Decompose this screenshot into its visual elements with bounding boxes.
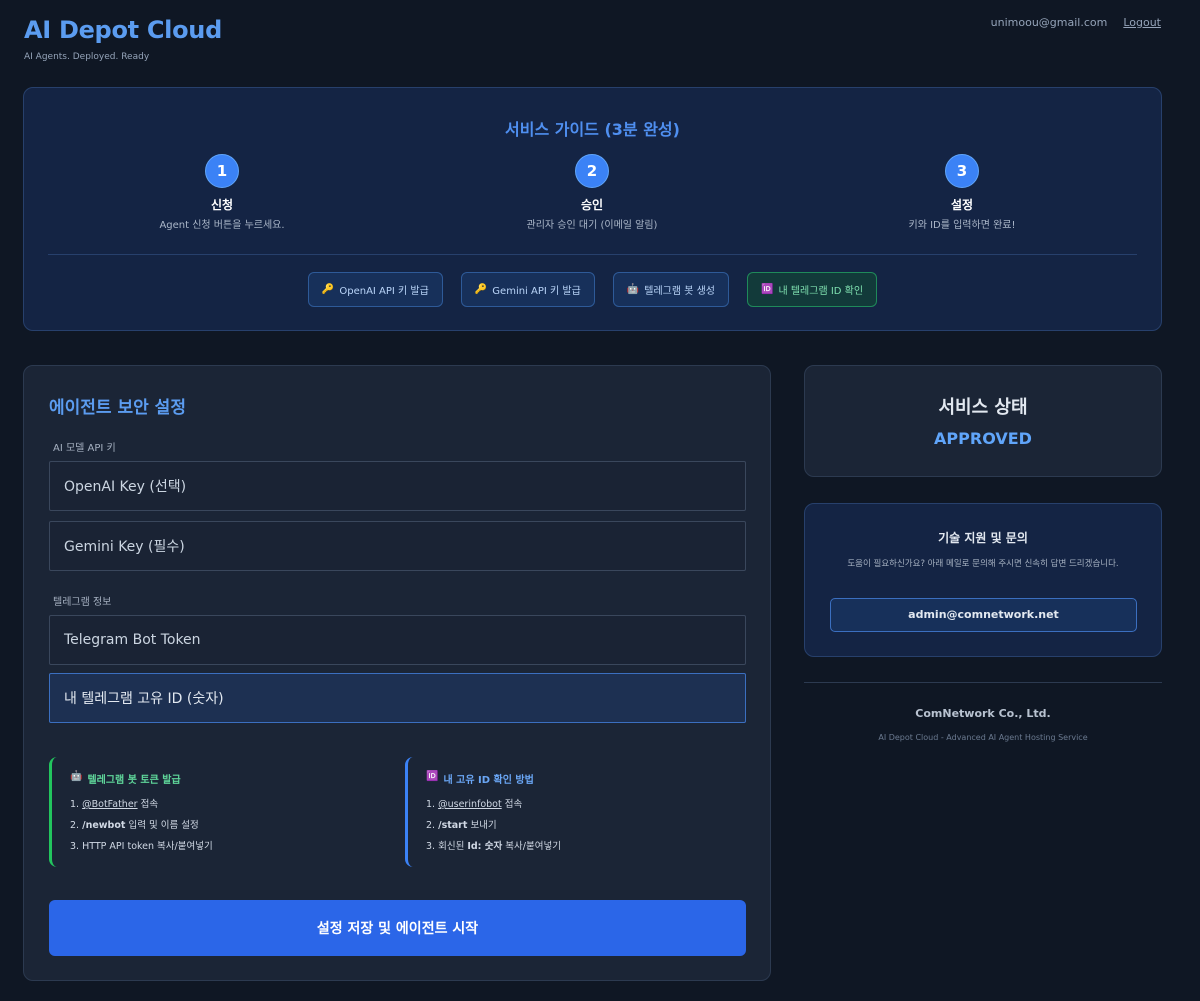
create-telegram-bot-button[interactable]: 🤖 텔레그램 봇 생성 [612, 272, 730, 307]
gemini-key-input[interactable]: Gemini Key (필수) [49, 521, 746, 571]
telegram-id-help-box: 🆔 내 고유 ID 확인 방법 1. @userinfobot 접속 2. /s… [405, 757, 735, 867]
gemini-key-button[interactable]: 🔑 Gemini API 키 발급 [460, 272, 595, 307]
support-email-button[interactable]: admin@comnetwork.net [830, 598, 1137, 632]
button-label: OpenAI API 키 발급 [339, 286, 429, 297]
info-title: 🆔 내 고유 ID 확인 방법 [426, 771, 534, 786]
tagline: AI Agents. Deployed. Ready [24, 52, 150, 62]
step-title: 신청 [210, 198, 234, 212]
agent-settings-form: 에이전트 보안 설정 AI 모델 API 키 OpenAI Key (선택) G… [23, 365, 771, 981]
footer-note: AI Depot Cloud - Advanced AI Agent Hosti… [878, 733, 1088, 742]
button-label: 텔레그램 봇 생성 [644, 286, 716, 297]
service-status-card: 서비스 상태 APPROVED [804, 365, 1162, 477]
step-number-badge: 3 [945, 154, 979, 188]
button-label: 내 텔레그램 ID 확인 [778, 286, 864, 297]
openai-key-input[interactable]: OpenAI Key (선택) [49, 461, 746, 511]
id-icon: 🆔 [761, 284, 774, 295]
openai-key-button[interactable]: 🔑 OpenAI API 키 발급 [307, 272, 443, 307]
guide-step-3: 3 설정 키와 ID를 입력하면 완료! [862, 154, 1062, 231]
company-name: ComNetwork Co., Ltd. [915, 707, 1051, 720]
botfather-link[interactable]: @BotFather [82, 799, 137, 810]
step-title: 설정 [950, 198, 974, 212]
telegram-section-label: 텔레그램 정보 [53, 597, 112, 608]
user-email: unimoou@gmail.com [990, 16, 1108, 29]
button-label: Gemini API 키 발급 [492, 286, 581, 297]
info-step: 1. @userinfobot 접속 [426, 799, 523, 810]
robot-icon: 🤖 [626, 284, 640, 295]
id-icon: 🆔 [426, 771, 439, 782]
guide-step-1: 1 신청 Agent 신청 버튼을 누르세요. [122, 154, 322, 231]
bot-token-help-box: 🤖 텔레그램 봇 토큰 발급 1. @BotFather 접속 2. /newb… [49, 757, 379, 867]
step-number-badge: 2 [575, 154, 609, 188]
brand-title: AI Depot Cloud [24, 16, 222, 44]
support-description: 도움이 필요하신가요? 아래 메일로 문의해 주시면 신속히 답변 드리겠습니다… [847, 559, 1119, 569]
header: AI Depot Cloud AI Agents. Deployed. Read… [24, 16, 222, 62]
user-area: unimoou@gmail.com Logout [991, 16, 1161, 29]
guide-title: 서비스 가이드 (3분 완성) [505, 120, 680, 139]
key-icon: 🔑 [474, 284, 488, 295]
step-description: 관리자 승인 대기 (이메일 알림) [526, 220, 658, 231]
guide-link-buttons: 🔑 OpenAI API 키 발급 🔑 Gemini API 키 발급 🤖 텔레… [24, 272, 1161, 307]
step-number-badge: 1 [205, 154, 239, 188]
info-step: 1. @BotFather 접속 [70, 799, 159, 810]
userinfobot-link[interactable]: @userinfobot [438, 799, 502, 810]
check-telegram-id-button[interactable]: 🆔 내 텔레그램 ID 확인 [747, 272, 878, 307]
step-description: 키와 ID를 입력하면 완료! [908, 220, 1016, 231]
service-guide-panel: 서비스 가이드 (3분 완성) 1 신청 Agent 신청 버튼을 누르세요. … [23, 87, 1162, 331]
guide-step-2: 2 승인 관리자 승인 대기 (이메일 알림) [492, 154, 692, 231]
logout-link[interactable]: Logout [1123, 16, 1161, 29]
status-badge: APPROVED [934, 429, 1032, 448]
telegram-id-input[interactable]: 내 텔레그램 고유 ID (숫자) [49, 673, 746, 723]
info-step: 2. /newbot 입력 및 이름 설정 [70, 820, 199, 831]
telegram-bot-token-input[interactable]: Telegram Bot Token [49, 615, 746, 665]
key-icon: 🔑 [321, 284, 335, 295]
support-title: 기술 지원 및 문의 [938, 531, 1028, 545]
status-title: 서비스 상태 [938, 397, 1028, 418]
guide-divider [48, 254, 1137, 255]
step-title: 승인 [580, 198, 604, 212]
info-title: 🤖 텔레그램 봇 토큰 발급 [70, 771, 181, 786]
info-step: 3. HTTP API token 복사/붙여넣기 [70, 841, 213, 852]
info-step: 3. 회신된 Id: 숫자 복사/붙여넣기 [426, 841, 561, 852]
footer-divider [804, 682, 1162, 683]
form-title: 에이전트 보안 설정 [49, 398, 186, 418]
info-step: 2. /start 보내기 [426, 820, 497, 831]
save-and-start-button[interactable]: 설정 저장 및 에이전트 시작 [49, 900, 746, 956]
support-card: 기술 지원 및 문의 도움이 필요하신가요? 아래 메일로 문의해 주시면 신속… [804, 503, 1162, 657]
api-key-section-label: AI 모델 API 키 [53, 443, 116, 454]
step-description: Agent 신청 버튼을 누르세요. [159, 220, 285, 231]
robot-icon: 🤖 [70, 771, 83, 782]
